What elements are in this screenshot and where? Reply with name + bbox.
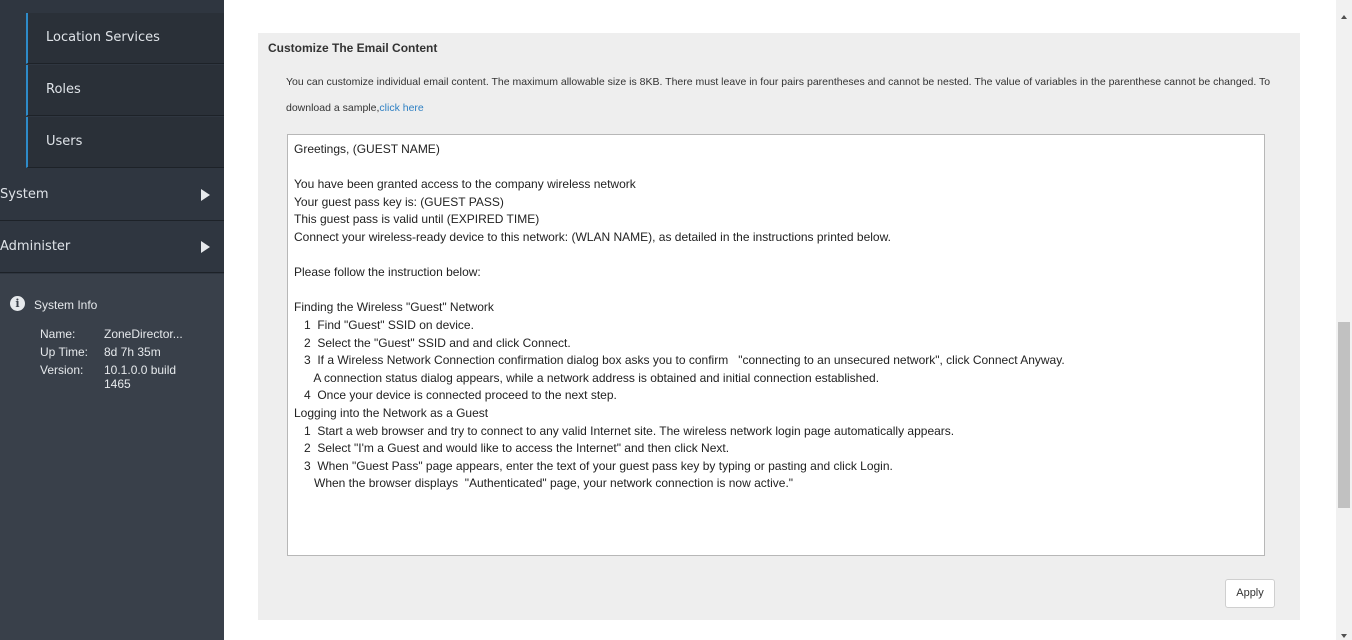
- sidebar-item-label: System: [0, 187, 49, 202]
- sidebar-item-roles[interactable]: Roles: [26, 65, 224, 116]
- scroll-up-icon[interactable]: [1341, 15, 1347, 19]
- sidebar-item-label: Users: [46, 134, 83, 149]
- description: You can customize individual email conte…: [286, 69, 1298, 121]
- name-label: Name:: [40, 327, 76, 341]
- sidebar: Location Services Roles Users System Adm…: [0, 0, 224, 640]
- sidebar-item-label: Location Services: [46, 30, 160, 45]
- sidebar-item-label: Administer: [0, 239, 71, 254]
- page-scrollbar[interactable]: [1336, 0, 1352, 640]
- sidebar-item-location-services[interactable]: Location Services: [26, 13, 224, 64]
- description-text: You can customize individual email conte…: [286, 76, 1271, 114]
- sidebar-item-system[interactable]: System: [0, 169, 224, 221]
- chevron-right-icon: [201, 189, 210, 201]
- system-info-header: i System Info: [10, 296, 214, 312]
- scroll-down-icon[interactable]: [1341, 634, 1347, 638]
- sidebar-item-label: Roles: [46, 82, 81, 97]
- info-icon: i: [10, 296, 25, 311]
- sidebar-item-administer[interactable]: Administer: [0, 221, 224, 273]
- apply-button[interactable]: Apply: [1225, 579, 1275, 608]
- email-content-textarea[interactable]: Greetings, (GUEST NAME) You have been gr…: [287, 134, 1265, 556]
- system-info-title: System Info: [34, 298, 98, 312]
- system-info-panel: i System Info Name: ZoneDirector... Up T…: [0, 274, 224, 640]
- section-title: Customize The Email Content: [268, 41, 438, 55]
- uptime-label: Up Time:: [40, 345, 89, 359]
- version-label: Version:: [40, 363, 84, 377]
- download-sample-link[interactable]: click here: [379, 102, 423, 114]
- version-value: 10.1.0.0 build 1465: [104, 363, 177, 391]
- name-value: ZoneDirector...: [104, 327, 183, 341]
- email-content-panel: Customize The Email Content You can cust…: [258, 33, 1300, 620]
- chevron-right-icon: [201, 241, 210, 253]
- scroll-thumb[interactable]: [1338, 322, 1350, 508]
- sidebar-item-users[interactable]: Users: [26, 117, 224, 168]
- uptime-value: 8d 7h 35m: [104, 345, 161, 359]
